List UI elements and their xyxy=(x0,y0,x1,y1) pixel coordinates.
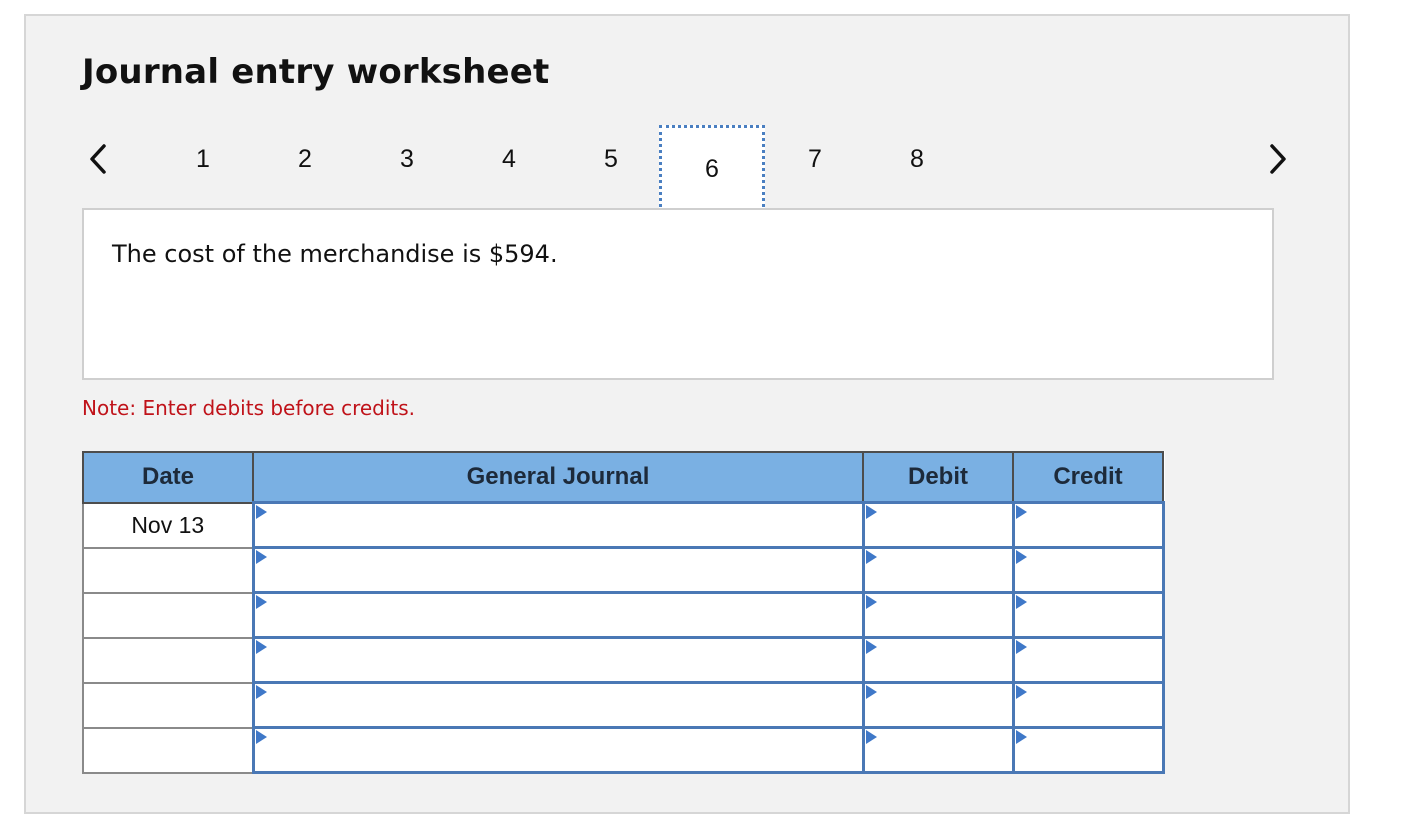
dropdown-triangle-icon xyxy=(865,550,877,564)
page-5-tab[interactable]: 5 xyxy=(581,132,641,186)
transaction-description: The cost of the merchandise is $594. xyxy=(112,240,558,268)
debit-input[interactable] xyxy=(861,726,1015,774)
date-cell xyxy=(82,546,254,594)
journal-row xyxy=(82,546,1165,594)
dropdown-triangle-icon xyxy=(865,505,877,519)
date-cell xyxy=(82,591,254,639)
next-page-button[interactable] xyxy=(1258,138,1298,180)
dropdown-triangle-icon xyxy=(1015,505,1027,519)
date-cell xyxy=(82,636,254,684)
dropdown-triangle-icon xyxy=(1015,685,1027,699)
dropdown-triangle-icon xyxy=(865,595,877,609)
account-input[interactable] xyxy=(251,681,865,729)
dropdown-triangle-icon xyxy=(865,640,877,654)
credit-input[interactable] xyxy=(1011,636,1165,684)
page-2-tab[interactable]: 2 xyxy=(275,132,335,186)
debit-input[interactable] xyxy=(861,501,1015,549)
journal-table: Date General Journal Debit Credit Nov 13 xyxy=(82,451,1165,774)
date-cell xyxy=(82,681,254,729)
chevron-left-icon xyxy=(90,144,106,174)
dropdown-triangle-icon xyxy=(1015,550,1027,564)
account-input[interactable] xyxy=(251,591,865,639)
dropdown-triangle-icon xyxy=(255,685,267,699)
page-4-tab[interactable]: 4 xyxy=(479,132,539,186)
credit-input[interactable] xyxy=(1011,546,1165,594)
dropdown-triangle-icon xyxy=(1015,595,1027,609)
credit-input[interactable] xyxy=(1011,591,1165,639)
account-input[interactable] xyxy=(251,636,865,684)
page-8-tab[interactable]: 8 xyxy=(887,132,947,186)
date-column-header: Date xyxy=(82,451,254,504)
debit-input[interactable] xyxy=(861,546,1015,594)
journal-row xyxy=(82,636,1165,684)
credit-input[interactable] xyxy=(1011,501,1165,549)
debit-input[interactable] xyxy=(861,591,1015,639)
dropdown-triangle-icon xyxy=(1015,640,1027,654)
general-journal-column-header: General Journal xyxy=(252,451,864,504)
page-7-tab[interactable]: 7 xyxy=(785,132,845,186)
transaction-description-box: The cost of the merchandise is $594. xyxy=(82,208,1274,380)
page-6-tab-active[interactable]: 6 xyxy=(659,125,765,213)
dropdown-triangle-icon xyxy=(255,505,267,519)
date-cell: Nov 13 xyxy=(82,501,254,549)
page-1-tab[interactable]: 1 xyxy=(173,132,233,186)
date-cell xyxy=(82,726,254,774)
account-input[interactable] xyxy=(251,501,865,549)
dropdown-triangle-icon xyxy=(1015,730,1027,744)
chevron-right-icon xyxy=(1270,144,1286,174)
credit-input[interactable] xyxy=(1011,726,1165,774)
account-input[interactable] xyxy=(251,546,865,594)
journal-row: Nov 13 xyxy=(82,501,1165,549)
prev-page-button[interactable] xyxy=(78,138,118,180)
debit-column-header: Debit xyxy=(862,451,1014,504)
dropdown-triangle-icon xyxy=(865,730,877,744)
debit-input[interactable] xyxy=(861,681,1015,729)
journal-row xyxy=(82,591,1165,639)
page-title: Journal entry worksheet xyxy=(82,52,550,92)
entry-note: Note: Enter debits before credits. xyxy=(82,396,416,420)
dropdown-triangle-icon xyxy=(255,550,267,564)
page-3-tab[interactable]: 3 xyxy=(377,132,437,186)
credit-column-header: Credit xyxy=(1012,451,1164,504)
dropdown-triangle-icon xyxy=(255,640,267,654)
journal-row xyxy=(82,681,1165,729)
dropdown-triangle-icon xyxy=(255,730,267,744)
journal-header-row: Date General Journal Debit Credit xyxy=(82,451,1164,504)
debit-input[interactable] xyxy=(861,636,1015,684)
journal-row xyxy=(82,726,1165,774)
dropdown-triangle-icon xyxy=(255,595,267,609)
credit-input[interactable] xyxy=(1011,681,1165,729)
dropdown-triangle-icon xyxy=(865,685,877,699)
account-input[interactable] xyxy=(251,726,865,774)
